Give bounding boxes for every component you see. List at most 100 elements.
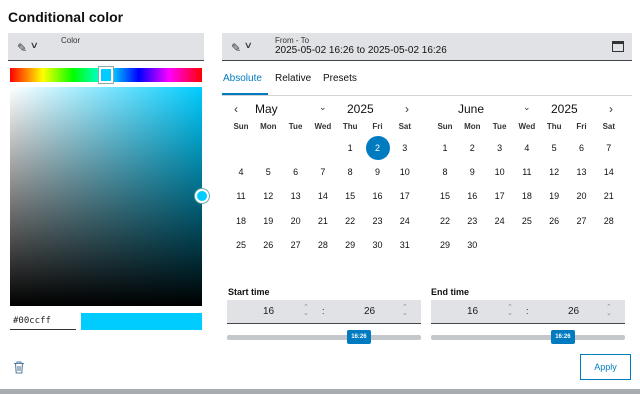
weekday-header: Sun: [437, 122, 453, 131]
calendar-day[interactable]: 7: [595, 143, 623, 153]
calendar-day[interactable]: 17: [391, 191, 419, 201]
calendar-day[interactable]: 20: [568, 191, 596, 201]
calendar-day[interactable]: 17: [486, 191, 514, 201]
calendar-day[interactable]: 4: [227, 167, 255, 177]
calendar-day[interactable]: 14: [309, 191, 337, 201]
calendar-day[interactable]: 30: [458, 240, 486, 250]
calendar-day[interactable]: 20: [282, 216, 310, 226]
calendar-day[interactable]: 11: [227, 191, 255, 201]
chevron-down-icon[interactable]: ⌄: [319, 102, 327, 113]
weekday-header: Wed: [518, 122, 536, 131]
calendar-day[interactable]: 16: [364, 191, 392, 201]
color-picker-handle[interactable]: [195, 189, 209, 203]
chevron-down-icon[interactable]: ⌄: [523, 102, 531, 113]
calendar-day[interactable]: 24: [391, 216, 419, 226]
calendar-day[interactable]: 10: [391, 167, 419, 177]
calendar-day[interactable]: 23: [364, 216, 392, 226]
date-range-field[interactable]: ✎ ∨ From - To 2025-05-02 16:26 to 2025-0…: [222, 33, 632, 61]
chevron-down-icon[interactable]: ∨: [30, 40, 39, 51]
tab-presets[interactable]: Presets: [323, 73, 357, 84]
calendar-day[interactable]: 25: [513, 216, 541, 226]
start-time-input[interactable]: 16 ⌃ ⌄ : 26 ⌃ ⌄: [227, 300, 421, 324]
spinner-icon[interactable]: ⌃ ⌄: [507, 304, 513, 317]
calendar-day[interactable]: 22: [336, 216, 364, 226]
chevron-down-icon[interactable]: ∨: [244, 40, 253, 51]
calendar-day[interactable]: 26: [254, 240, 282, 250]
end-minute[interactable]: 26: [568, 306, 579, 317]
end-time-input[interactable]: 16 ⌃ ⌄ : 26 ⌃ ⌄: [431, 300, 625, 324]
calendar-day[interactable]: 12: [540, 167, 568, 177]
calendar-day[interactable]: 9: [458, 167, 486, 177]
calendar-day[interactable]: 16: [458, 191, 486, 201]
start-time-slider-thumb[interactable]: 16:26: [346, 330, 371, 344]
calendar-day[interactable]: 8: [431, 167, 459, 177]
calendar-day[interactable]: 29: [336, 240, 364, 250]
spinner-icon[interactable]: ⌃ ⌄: [606, 304, 612, 317]
calendar-day[interactable]: 15: [431, 191, 459, 201]
calendar-day[interactable]: 21: [595, 191, 623, 201]
calendar-day[interactable]: 5: [540, 143, 568, 153]
start-hour[interactable]: 16: [263, 306, 274, 317]
calendar-day[interactable]: 3: [486, 143, 514, 153]
trash-icon[interactable]: [13, 361, 25, 374]
end-time-slider-thumb[interactable]: 16:26: [550, 330, 575, 344]
calendar-day[interactable]: 13: [568, 167, 596, 177]
start-time-slider[interactable]: [227, 335, 421, 340]
calendar-day[interactable]: 18: [227, 216, 255, 226]
hue-slider-handle[interactable]: [99, 67, 113, 83]
calendar-day[interactable]: 21: [309, 216, 337, 226]
chevron-right-icon[interactable]: ›: [609, 102, 613, 116]
weekday-header: Sat: [602, 122, 616, 131]
calendar-day[interactable]: 26: [540, 216, 568, 226]
calendar-day[interactable]: 22: [431, 216, 459, 226]
calendar-day[interactable]: 24: [486, 216, 514, 226]
calendar-day[interactable]: 5: [254, 167, 282, 177]
tab-relative[interactable]: Relative: [275, 73, 311, 84]
calendar-day[interactable]: 1: [431, 143, 459, 153]
calendar-day[interactable]: 25: [227, 240, 255, 250]
chevron-left-icon[interactable]: ‹: [234, 102, 238, 116]
month-select-may[interactable]: May: [255, 102, 278, 116]
calendar-day[interactable]: 31: [391, 240, 419, 250]
apply-button[interactable]: Apply: [580, 354, 631, 380]
chevron-right-icon[interactable]: ›: [405, 102, 409, 116]
calendar-day[interactable]: 19: [540, 191, 568, 201]
saturation-value-area[interactable]: [10, 87, 202, 306]
tab-absolute[interactable]: Absolute: [223, 73, 262, 84]
color-swatch: [81, 313, 202, 330]
calendar-day[interactable]: 27: [568, 216, 596, 226]
calendar-day-selected[interactable]: 2: [364, 143, 392, 153]
calendar-day[interactable]: 29: [431, 240, 459, 250]
calendar-day[interactable]: 18: [513, 191, 541, 201]
calendar-day[interactable]: 28: [595, 216, 623, 226]
calendar-day[interactable]: 9: [364, 167, 392, 177]
calendar-day[interactable]: 1: [336, 143, 364, 153]
calendar-day[interactable]: 13: [282, 191, 310, 201]
calendar-day[interactable]: 7: [309, 167, 337, 177]
calendar-day[interactable]: 19: [254, 216, 282, 226]
calendar-day[interactable]: 6: [568, 143, 596, 153]
calendar-day[interactable]: 8: [336, 167, 364, 177]
month-select-june[interactable]: June: [458, 102, 484, 116]
calendar-day[interactable]: 30: [364, 240, 392, 250]
calendar-day[interactable]: 12: [254, 191, 282, 201]
calendar-day[interactable]: 15: [336, 191, 364, 201]
start-minute[interactable]: 26: [364, 306, 375, 317]
calendar-day[interactable]: 4: [513, 143, 541, 153]
calendar-day[interactable]: 27: [282, 240, 310, 250]
calendar-day[interactable]: 3: [391, 143, 419, 153]
calendar-day[interactable]: 10: [486, 167, 514, 177]
calendar-day[interactable]: 28: [309, 240, 337, 250]
calendar-day[interactable]: 11: [513, 167, 541, 177]
hex-input[interactable]: #00ccff: [10, 313, 76, 330]
calendar-icon[interactable]: [612, 41, 624, 52]
spinner-icon[interactable]: ⌃ ⌄: [303, 304, 309, 317]
calendar-day[interactable]: 14: [595, 167, 623, 177]
spinner-icon[interactable]: ⌃ ⌄: [402, 304, 408, 317]
calendar-day[interactable]: 2: [458, 143, 486, 153]
end-hour[interactable]: 16: [467, 306, 478, 317]
calendar-day[interactable]: 6: [282, 167, 310, 177]
color-field[interactable]: ✎ ∨ Color: [8, 33, 204, 61]
calendar-day[interactable]: 23: [458, 216, 486, 226]
end-time-slider[interactable]: [431, 335, 625, 340]
